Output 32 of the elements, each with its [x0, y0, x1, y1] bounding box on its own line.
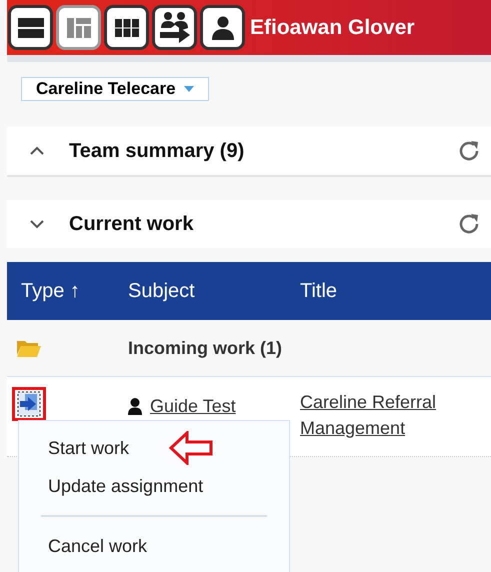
menu-item[interactable]: Cancel work — [48, 532, 148, 560]
section-header[interactable]: Current work — [7, 200, 491, 248]
group-label: Incoming work (1) — [128, 336, 282, 360]
section-title: Team summary (9) — [69, 139, 246, 164]
people-arrow-icon — [158, 10, 190, 44]
column-header[interactable]: Title — [300, 276, 338, 306]
view-button[interactable] — [104, 5, 149, 50]
arrow-annotation-icon — [169, 431, 214, 465]
folder-icon — [17, 339, 41, 357]
team-dropdown[interactable]: Careline Telecare — [21, 77, 209, 101]
user-name: Efioawan Glover — [250, 14, 415, 41]
person-icon — [212, 16, 234, 40]
section-header[interactable]: Team summary (9) — [7, 127, 491, 175]
menu-item[interactable]: Start work — [48, 434, 130, 462]
title-link[interactable]: Careline Referral Management — [300, 389, 470, 441]
chevron-up-icon[interactable] — [29, 146, 45, 156]
dashboard-icon — [66, 18, 90, 38]
menu-item[interactable]: Update assignment — [48, 472, 204, 500]
view-button[interactable] — [200, 5, 245, 50]
rows-icon — [18, 18, 44, 38]
view-button[interactable] — [152, 5, 197, 50]
person-icon — [128, 398, 142, 415]
refresh-icon[interactable] — [457, 212, 481, 236]
grid-icon — [114, 18, 138, 36]
refresh-icon[interactable] — [457, 139, 481, 163]
subject-link[interactable]: Guide Test — [150, 393, 236, 420]
section-title: Current work — [69, 212, 194, 237]
column-header[interactable]: Subject — [128, 276, 300, 306]
caret-down-icon — [184, 86, 194, 92]
column-header[interactable]: Type ↑ — [7, 276, 128, 306]
view-button[interactable] — [8, 5, 53, 50]
chevron-down-icon[interactable] — [29, 219, 45, 229]
